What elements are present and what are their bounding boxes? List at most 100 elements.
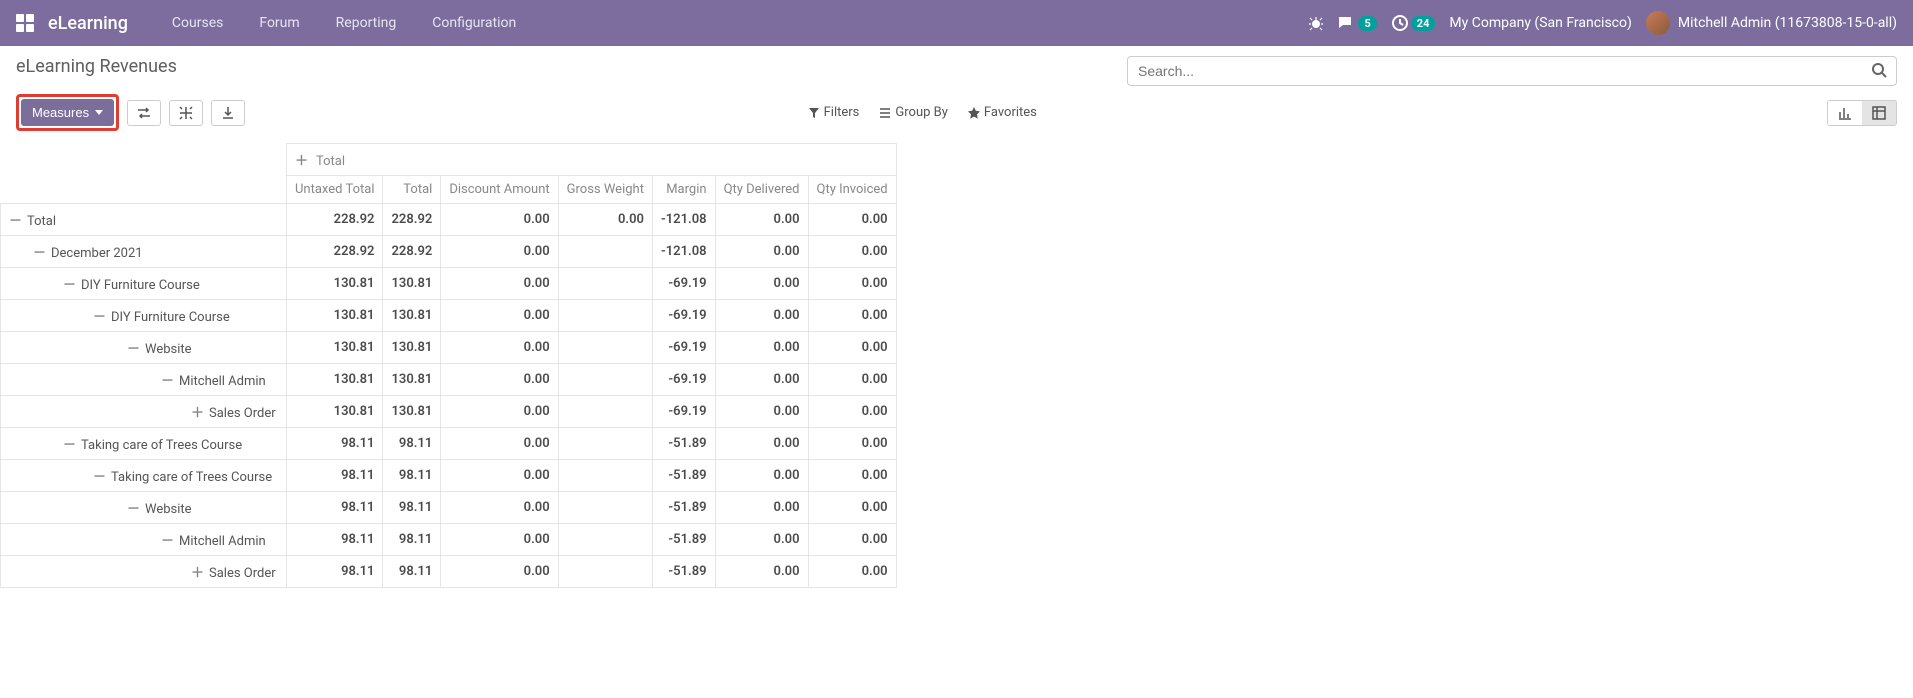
plus-icon[interactable]: ＋ [191, 402, 203, 421]
pivot-cell: -69.19 [652, 300, 715, 332]
top-nav-left: eLearning Courses Forum Reporting Config… [16, 13, 532, 34]
plus-icon: ＋ [295, 150, 307, 169]
nav-courses[interactable]: Courses [156, 15, 239, 31]
minus-icon[interactable]: － [33, 242, 45, 261]
pivot-cell: -121.08 [652, 236, 715, 268]
minus-icon[interactable]: － [9, 210, 21, 229]
minus-icon[interactable]: － [63, 434, 75, 453]
nav-reporting[interactable]: Reporting [320, 15, 413, 31]
pivot-cell: 130.81 [287, 268, 383, 300]
pivot-row-header[interactable]: －Mitchell Admin [1, 524, 287, 556]
pivot-row-label: December 2021 [51, 246, 143, 261]
measures-button[interactable]: Measures [21, 99, 114, 126]
pivot-cell: 0.00 [808, 460, 896, 492]
minus-icon[interactable]: － [127, 498, 139, 517]
minus-icon[interactable]: － [127, 338, 139, 357]
pivot-row: －DIY Furniture Course130.81130.810.00-69… [1, 300, 897, 332]
filter-group: Filters Group By Favorites [808, 105, 1037, 120]
pivot-cell: 0.00 [715, 268, 808, 300]
pivot-table: ＋ Total Untaxed TotalTotalDiscount Amoun… [0, 143, 897, 588]
minus-icon[interactable]: － [93, 466, 105, 485]
filter-icon [808, 107, 820, 119]
filters-button[interactable]: Filters [808, 105, 860, 120]
nav-forum[interactable]: Forum [243, 15, 315, 31]
pivot-col-header[interactable]: Qty Delivered [715, 176, 808, 204]
minus-icon[interactable]: － [161, 530, 173, 549]
pivot-row-header[interactable]: －DIY Furniture Course [1, 300, 287, 332]
bug-icon[interactable] [1308, 15, 1324, 31]
company-selector[interactable]: My Company (San Francisco) [1449, 15, 1631, 31]
pivot-cell: -69.19 [652, 396, 715, 428]
plus-icon[interactable]: ＋ [191, 562, 203, 581]
pivot-row: －Mitchell Admin130.81130.810.00-69.190.0… [1, 364, 897, 396]
flip-axis-button[interactable] [127, 100, 161, 126]
pivot-cell: 130.81 [383, 300, 441, 332]
pivot-cell: -69.19 [652, 364, 715, 396]
page-title: eLearning Revenues [16, 56, 177, 77]
groupby-button[interactable]: Group By [879, 105, 948, 120]
pivot-corner [1, 144, 287, 176]
pivot-view-button[interactable] [1862, 101, 1896, 125]
pivot-row-header[interactable]: －Total [1, 204, 287, 236]
pivot-cell [558, 492, 652, 524]
pivot-row-header[interactable]: －Taking care of Trees Course [1, 428, 287, 460]
pivot-col-header[interactable]: Gross Weight [558, 176, 652, 204]
pivot-cell: 98.11 [383, 428, 441, 460]
pivot-cell: 0.00 [441, 268, 558, 300]
graph-view-button[interactable] [1828, 101, 1862, 125]
pivot-cell: 0.00 [441, 300, 558, 332]
pivot-row-header[interactable]: －Website [1, 332, 287, 364]
pivot-row: －DIY Furniture Course130.81130.810.00-69… [1, 268, 897, 300]
pivot-row-header[interactable]: －Taking care of Trees Course [1, 460, 287, 492]
download-button[interactable] [211, 100, 245, 126]
pivot-row-header[interactable]: ＋Sales Order [1, 556, 287, 588]
pivot-cell: -121.08 [652, 204, 715, 236]
pivot-cell: 0.00 [715, 236, 808, 268]
pivot-col-header[interactable]: Qty Invoiced [808, 176, 896, 204]
apps-icon[interactable] [16, 14, 34, 32]
pivot-row: －Website130.81130.810.00-69.190.000.00 [1, 332, 897, 364]
minus-icon[interactable]: － [161, 370, 173, 389]
pivot-cell: 98.11 [383, 492, 441, 524]
search-icon[interactable] [1871, 62, 1887, 78]
pivot-cell: 98.11 [287, 524, 383, 556]
pivot-col-header[interactable]: Untaxed Total [287, 176, 383, 204]
app-title[interactable]: eLearning [48, 13, 128, 34]
pivot-row-header[interactable]: ＋Sales Order [1, 396, 287, 428]
minus-icon[interactable]: － [63, 274, 75, 293]
pivot-cell: 0.00 [808, 332, 896, 364]
measures-highlight: Measures [16, 94, 119, 131]
expand-all-button[interactable] [169, 100, 203, 126]
pivot-col-header[interactable]: Total [383, 176, 441, 204]
pivot-cell: 0.00 [715, 460, 808, 492]
minus-icon[interactable]: － [93, 306, 105, 325]
messages-icon[interactable]: 5 [1338, 15, 1376, 31]
pivot-table-wrap: ＋ Total Untaxed TotalTotalDiscount Amoun… [0, 143, 848, 588]
pivot-col-header[interactable]: Margin [652, 176, 715, 204]
pivot-row-label: DIY Furniture Course [81, 278, 200, 293]
pivot-row-header[interactable]: － DIY Furniture Course [1, 268, 287, 300]
pivot-cell: 98.11 [287, 556, 383, 588]
favorites-button[interactable]: Favorites [968, 105, 1037, 120]
pivot-row-header[interactable]: － December 2021 [1, 236, 287, 268]
pivot-col-header[interactable]: Discount Amount [441, 176, 558, 204]
user-menu[interactable]: Mitchell Admin (11673808-15-0-all) [1646, 11, 1897, 35]
pivot-cell: 0.00 [441, 396, 558, 428]
pivot-cell: 130.81 [287, 332, 383, 364]
pivot-cell: 98.11 [287, 492, 383, 524]
activity-icon[interactable]: 24 [1391, 14, 1436, 32]
pivot-row: －December 2021228.92228.920.00-121.080.0… [1, 236, 897, 268]
pivot-cell: 0.00 [808, 524, 896, 556]
pivot-cell: 0.00 [715, 332, 808, 364]
pivot-row-header[interactable]: －Mitchell Admin [1, 364, 287, 396]
pivot-cell: -51.89 [652, 524, 715, 556]
search-input[interactable] [1127, 56, 1897, 86]
pivot-cell: 0.00 [808, 428, 896, 460]
nav-configuration[interactable]: Configuration [416, 15, 532, 31]
pivot-col-total[interactable]: ＋ Total [287, 144, 897, 176]
pivot-row-header[interactable]: －Website [1, 492, 287, 524]
pivot-cell: 228.92 [287, 204, 383, 236]
pivot-cell: 228.92 [383, 236, 441, 268]
pivot-cell: 0.00 [715, 556, 808, 588]
pivot-cell: 0.00 [715, 428, 808, 460]
